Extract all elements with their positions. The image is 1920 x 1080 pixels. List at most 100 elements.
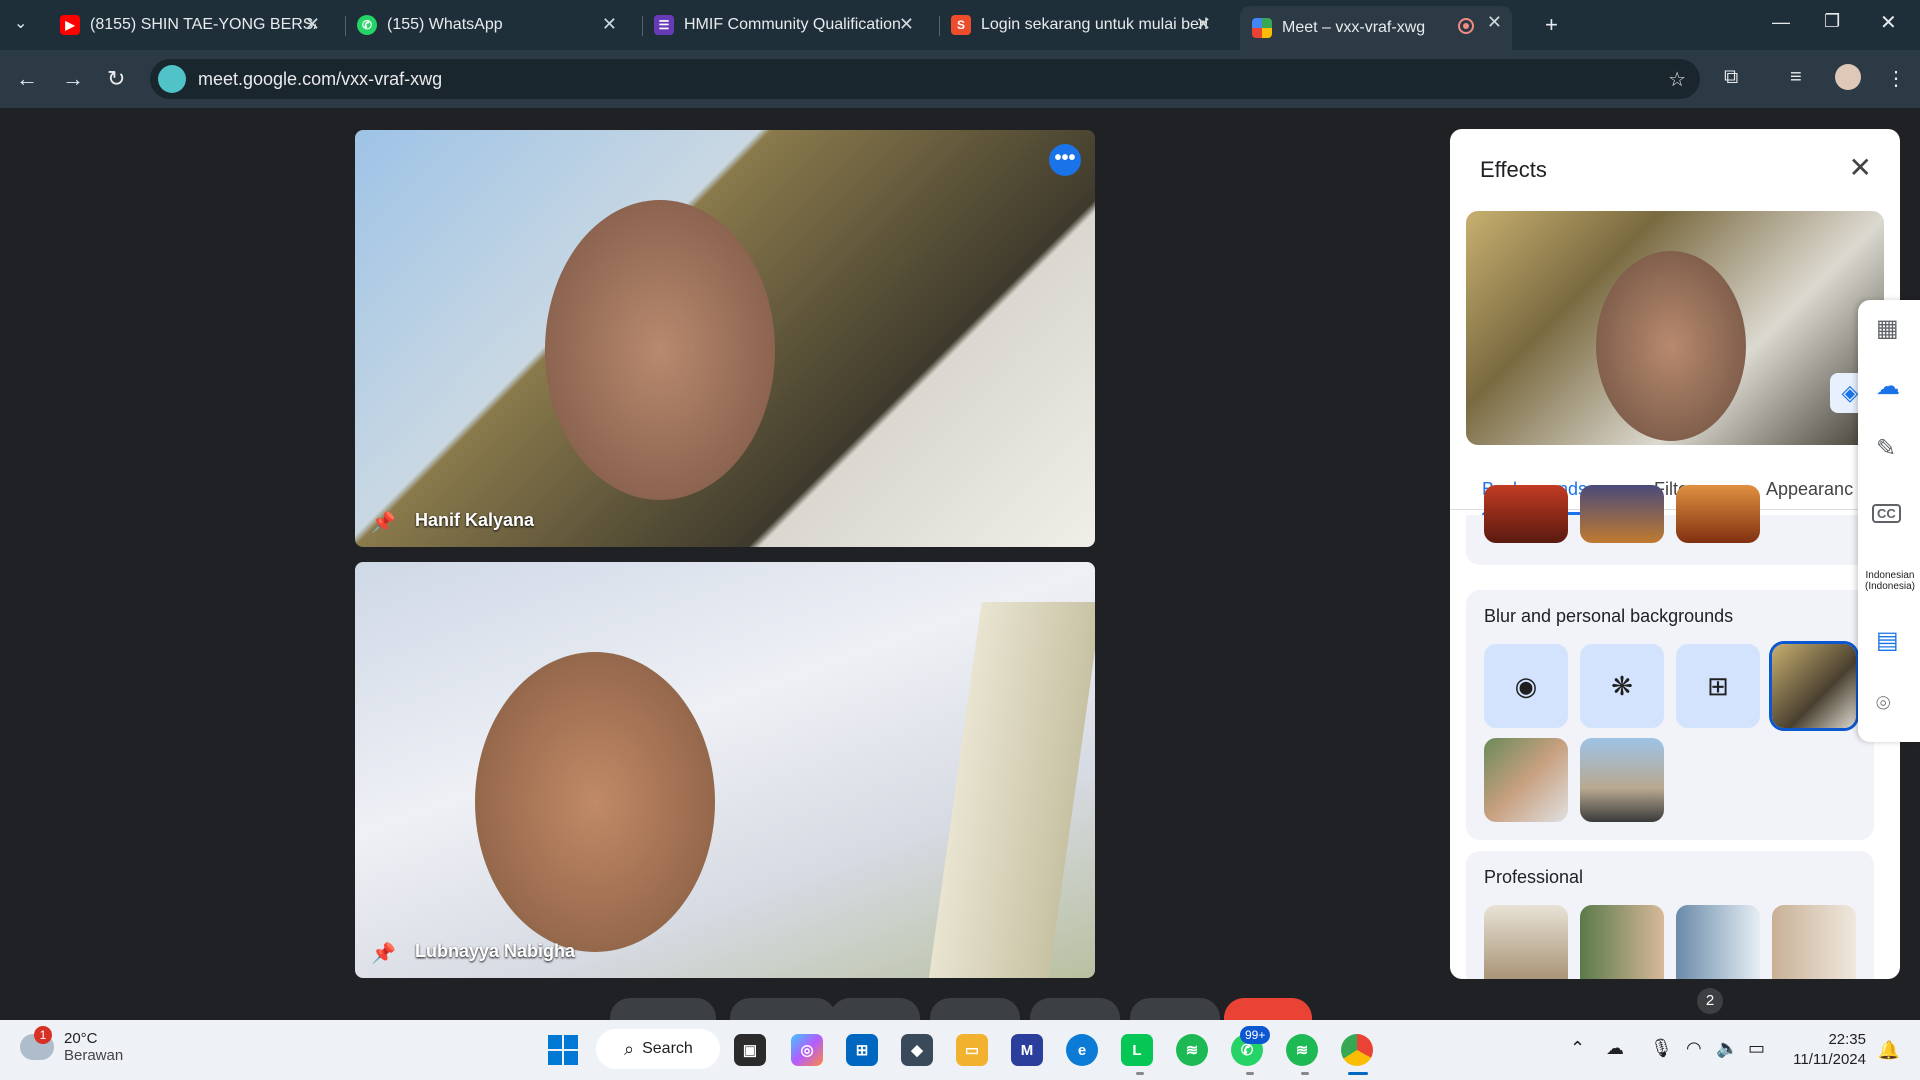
- background-thumbnail[interactable]: [1676, 905, 1760, 979]
- tab-youtube[interactable]: ▶ (8155) SHIN TAE-YONG BERSAMA ✕: [60, 8, 330, 42]
- close-icon[interactable]: ✕: [1196, 14, 1211, 35]
- extensions-icon[interactable]: ⧉: [1724, 66, 1738, 89]
- reload-icon[interactable]: ↻: [107, 66, 125, 92]
- app-icon[interactable]: M: [1011, 1034, 1043, 1066]
- system-clock[interactable]: 22:35 11/11/2024: [1793, 1030, 1866, 1070]
- apps-grid-icon[interactable]: ▦: [1876, 314, 1899, 343]
- spotify-icon[interactable]: ≋: [1286, 1034, 1318, 1066]
- background-thumbnail[interactable]: [1580, 485, 1664, 543]
- tab-search-chevron-icon[interactable]: ⌄: [14, 13, 27, 33]
- copilot-icon[interactable]: ◎: [791, 1034, 823, 1066]
- shopee-icon: S: [951, 15, 971, 35]
- taskbar-search[interactable]: ⌕ Search: [596, 1029, 720, 1069]
- tab-divider: [642, 16, 643, 36]
- more-options-button[interactable]: •••: [1049, 144, 1081, 176]
- onedrive-icon[interactable]: ☁: [1606, 1038, 1624, 1059]
- pin-icon[interactable]: 📌: [371, 941, 396, 966]
- media-control-icon[interactable]: ≡: [1790, 66, 1802, 89]
- app-icon[interactable]: ◆: [901, 1034, 933, 1066]
- close-icon[interactable]: ✕: [1487, 12, 1502, 33]
- line-icon[interactable]: L: [1121, 1034, 1153, 1066]
- section-title: Blur and personal backgrounds: [1484, 606, 1734, 626]
- new-tab-button[interactable]: +: [1545, 12, 1558, 38]
- notification-bell-icon[interactable]: 🔔: [1878, 1040, 1900, 1061]
- back-icon[interactable]: ←: [16, 66, 38, 92]
- restore-icon[interactable]: ❐: [1824, 11, 1840, 32]
- background-thumbnail[interactable]: [1484, 485, 1568, 543]
- recording-icon: [1458, 18, 1474, 34]
- battery-icon[interactable]: ▭: [1748, 1038, 1765, 1059]
- url-text[interactable]: meet.google.com/vxx-vraf-xwg: [198, 69, 442, 90]
- browser-toolbar: ← → ↻ meet.google.com/vxx-vraf-xwg ☆ ⧉ ≡…: [0, 50, 1920, 108]
- minimize-icon[interactable]: —: [1772, 12, 1790, 33]
- caption-language[interactable]: Indonesian (Indonesia): [1862, 570, 1918, 592]
- video-tile[interactable]: 📌 Lubnayya Nabigha: [355, 562, 1095, 978]
- window-close-icon[interactable]: ✕: [1880, 10, 1897, 35]
- tray-chevron-icon[interactable]: ⌃: [1570, 1038, 1585, 1059]
- file-explorer-icon[interactable]: ▭: [956, 1034, 988, 1066]
- tab-title: (155) WhatsApp: [387, 16, 503, 33]
- captions-icon[interactable]: CC: [1872, 504, 1901, 523]
- spotify-icon[interactable]: ≋: [1176, 1034, 1208, 1066]
- add-image-icon[interactable]: ⊞: [1676, 644, 1760, 728]
- curtain-image: [928, 602, 1095, 978]
- close-icon[interactable]: ✕: [305, 14, 320, 35]
- self-preview-face: [1596, 251, 1746, 441]
- background-thumbnail[interactable]: [1580, 738, 1664, 822]
- tab-whatsapp[interactable]: ✆ (155) WhatsApp ✕: [357, 8, 627, 42]
- meet-icon: [1252, 18, 1272, 38]
- self-preview: ◈ 1: [1466, 211, 1884, 445]
- tab-divider: [939, 16, 940, 36]
- background-thumbnail[interactable]: [1484, 905, 1568, 979]
- weather-widget[interactable]: 1 20°C Berawan: [20, 1026, 123, 1064]
- tab-shopee[interactable]: S Login sekarang untuk mulai berbelanja …: [951, 8, 1221, 42]
- tab-title: (8155) SHIN TAE-YONG BERSAMA: [90, 16, 316, 33]
- search-icon: ⌕: [624, 1038, 635, 1059]
- chrome-icon[interactable]: [1341, 1034, 1373, 1066]
- forward-icon[interactable]: →: [62, 66, 84, 92]
- clock-date: 11/11/2024: [1793, 1051, 1866, 1068]
- cloud-sync-icon[interactable]: ☁: [1876, 372, 1900, 401]
- windows-taskbar: 1 20°C Berawan ⌕ Search ▣ ◎ ⊞ ◆ ▭ M e L …: [0, 1020, 1920, 1080]
- background-thumbnail[interactable]: [1772, 905, 1856, 979]
- close-icon[interactable]: ✕: [1849, 151, 1872, 184]
- edge-icon[interactable]: e: [1066, 1034, 1098, 1066]
- store-icon[interactable]: ⊞: [846, 1034, 878, 1066]
- tab-appearance[interactable]: Appearanc: [1766, 479, 1853, 500]
- professional-card: Professional: [1466, 851, 1874, 979]
- video-tile[interactable]: ••• 📌 Hanif Kalyana: [355, 130, 1095, 547]
- running-indicator: [1301, 1072, 1309, 1075]
- browser-tab-bar: ⌄ ▶ (8155) SHIN TAE-YONG BERSAMA ✕ ✆ (15…: [0, 0, 1920, 50]
- cloud-icon: 1: [20, 1026, 54, 1060]
- participant-name: Lubnayya Nabigha: [415, 941, 576, 961]
- start-button[interactable]: [548, 1035, 578, 1065]
- site-info-icon[interactable]: [158, 65, 186, 93]
- tab-forms[interactable]: ☰ HMIF Community Qualification ✕: [654, 8, 924, 42]
- participant-video: [475, 652, 715, 952]
- docs-icon[interactable]: ▤: [1876, 626, 1899, 655]
- task-view-icon[interactable]: ▣: [734, 1034, 766, 1066]
- background-thumbnail-selected[interactable]: [1772, 644, 1856, 728]
- close-icon[interactable]: ✕: [602, 14, 617, 35]
- background-thumbnail[interactable]: [1484, 738, 1568, 822]
- pin-icon[interactable]: 📌: [371, 510, 396, 535]
- whatsapp-badge: 99+: [1240, 1026, 1271, 1044]
- wifi-icon[interactable]: ◠: [1686, 1038, 1702, 1059]
- volume-icon[interactable]: 🔈: [1716, 1038, 1738, 1059]
- background-thumbnail[interactable]: [1676, 485, 1760, 543]
- tab-meet[interactable]: Meet – vxx-vraf-xwg ✕: [1240, 6, 1512, 50]
- menu-kebab-icon[interactable]: ⋮: [1886, 66, 1906, 91]
- participant-count-badge: 2: [1697, 988, 1723, 1014]
- microphone-icon[interactable]: 🎙: [1650, 1038, 1673, 1059]
- profile-avatar[interactable]: [1835, 64, 1861, 90]
- background-thumbnail[interactable]: [1580, 905, 1664, 979]
- pen-icon[interactable]: ✎: [1876, 434, 1896, 463]
- blur-icon[interactable]: ❋: [1580, 644, 1664, 728]
- forms-icon: ☰: [654, 15, 674, 35]
- camera-icon[interactable]: ⌾: [1876, 690, 1890, 718]
- bookmark-star-icon[interactable]: ☆: [1668, 67, 1686, 92]
- slight-blur-icon[interactable]: ◉: [1484, 644, 1568, 728]
- address-bar[interactable]: meet.google.com/vxx-vraf-xwg ☆: [150, 59, 1700, 99]
- blur-personal-card: Blur and personal backgrounds ◉ ❋ ⊞: [1466, 590, 1874, 840]
- close-icon[interactable]: ✕: [899, 14, 914, 35]
